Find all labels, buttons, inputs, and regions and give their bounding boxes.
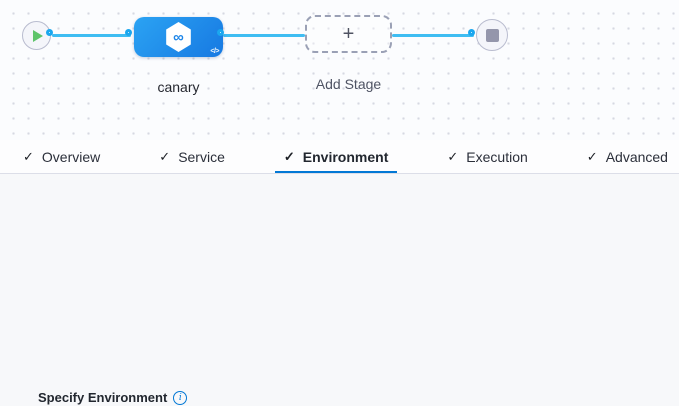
pipeline-start-node bbox=[22, 21, 51, 50]
pipeline-canvas: ∞ </> canary + Add Stage bbox=[0, 0, 679, 140]
plus-icon: + bbox=[343, 23, 355, 46]
tab-service[interactable]: ✓ Service bbox=[150, 140, 234, 173]
environment-tab-panel: Specify Environment i Σˣ ❮ Back Continue… bbox=[0, 175, 679, 406]
edge-start-to-stage bbox=[52, 34, 131, 37]
add-stage-label: Add Stage bbox=[300, 76, 397, 92]
tab-advanced[interactable]: ✓ Advanced bbox=[578, 140, 677, 173]
info-icon[interactable]: i bbox=[173, 391, 187, 405]
pipeline-end-node bbox=[476, 19, 508, 51]
tab-execution[interactable]: ✓ Execution bbox=[438, 140, 536, 173]
add-stage-button[interactable]: + bbox=[305, 15, 392, 53]
stage-in-port bbox=[125, 29, 132, 36]
tab-environment[interactable]: ✓ Environment bbox=[275, 140, 397, 173]
stop-icon bbox=[486, 29, 499, 42]
stage-out-port bbox=[217, 29, 224, 36]
tab-overview[interactable]: ✓ Overview bbox=[14, 140, 109, 173]
pipeline-stage-screen: ∞ </> canary + Add Stage ✓ Overview ✓ Se… bbox=[0, 0, 679, 406]
edge-addstage-to-end bbox=[392, 34, 474, 37]
stage-node-canary[interactable]: ∞ </> bbox=[134, 17, 223, 57]
start-out-port bbox=[46, 29, 53, 36]
specify-environment-label: Specify Environment bbox=[38, 390, 167, 405]
play-icon bbox=[33, 30, 43, 42]
check-icon: ✓ bbox=[23, 149, 34, 165]
specify-environment-row: Specify Environment i bbox=[38, 390, 187, 405]
stage-tabs: ✓ Overview ✓ Service ✓ Environment ✓ Exe… bbox=[0, 140, 679, 174]
stage-name-label: canary bbox=[134, 79, 223, 95]
check-icon: ✓ bbox=[159, 149, 170, 165]
check-icon: ✓ bbox=[447, 149, 458, 165]
code-icon: </> bbox=[210, 48, 219, 55]
harness-cd-icon: ∞ bbox=[165, 22, 193, 52]
edge-stage-to-addstage bbox=[223, 34, 305, 37]
end-in-port bbox=[468, 29, 475, 36]
check-icon: ✓ bbox=[587, 149, 598, 165]
check-icon: ✓ bbox=[284, 149, 295, 165]
